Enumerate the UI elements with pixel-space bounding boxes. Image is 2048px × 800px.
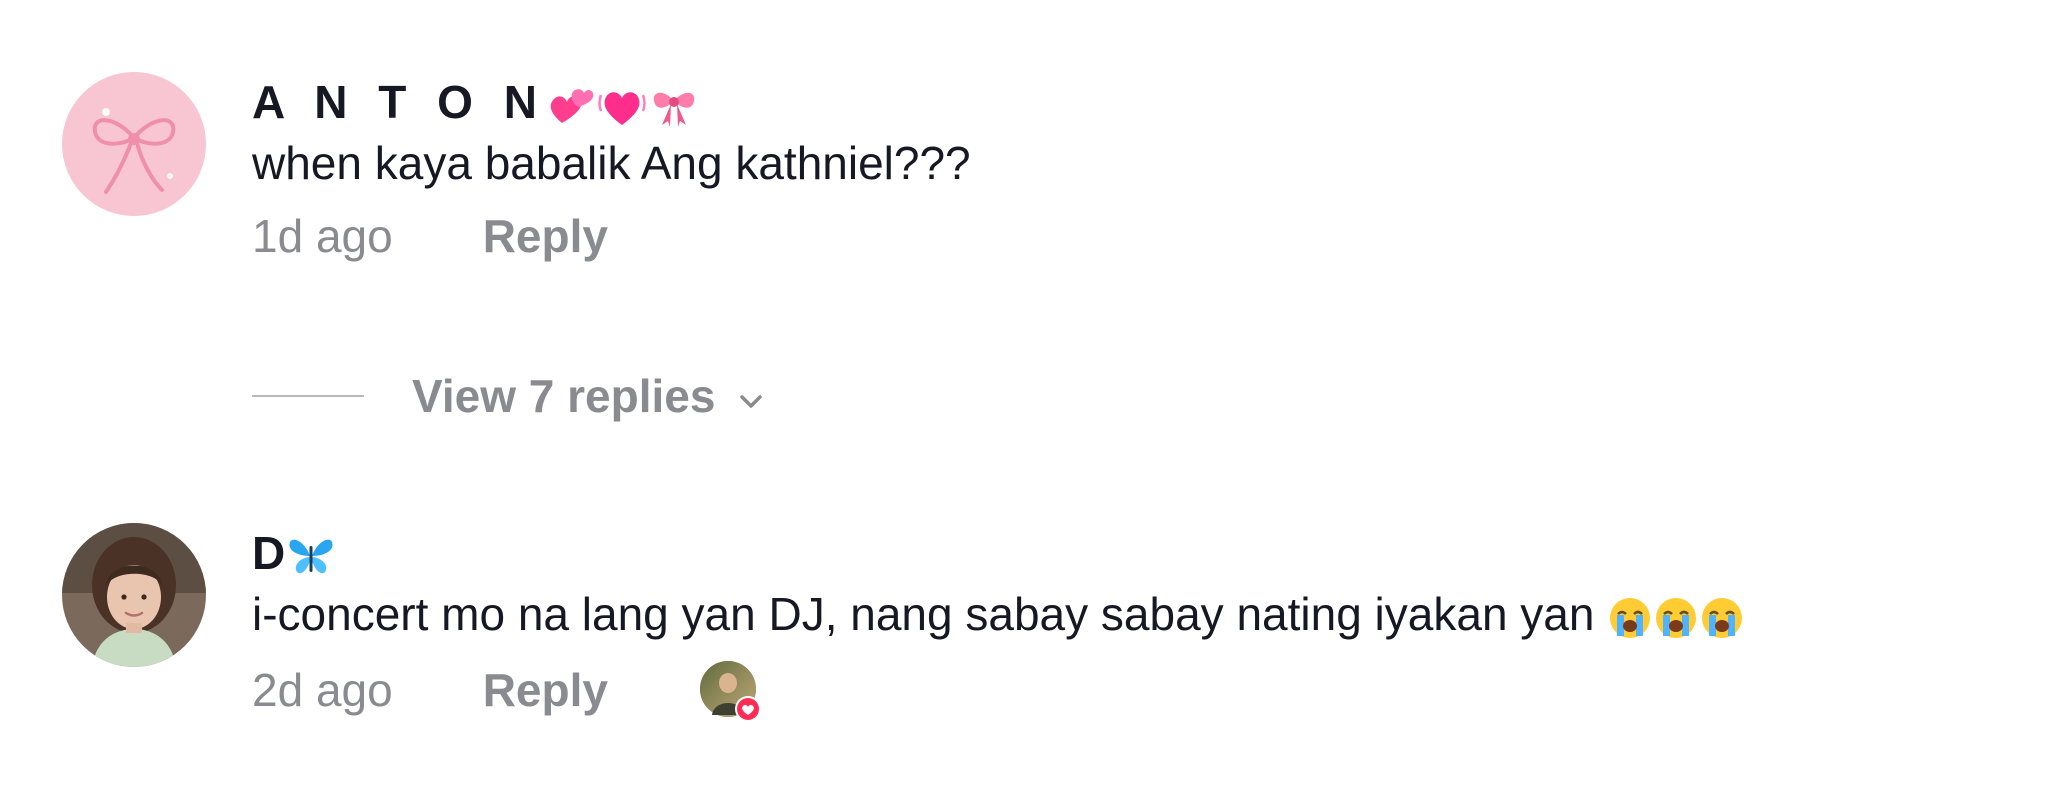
reply-button[interactable]: Reply (483, 208, 608, 264)
comment-text: when kaya babalik Ang kathniel??? (252, 137, 971, 189)
heartbeat-icon (598, 72, 646, 132)
view-replies-label: View 7 replies (412, 370, 716, 422)
loudly-crying-face-icon (1654, 585, 1698, 643)
view-replies-button[interactable]: View 7 replies (252, 369, 765, 423)
username[interactable]: D (252, 523, 2008, 583)
loudly-crying-face-icon (1608, 585, 1652, 643)
reply-button[interactable]: Reply (483, 662, 608, 718)
avatar[interactable] (62, 72, 206, 216)
blue-butterfly-icon (287, 523, 335, 583)
avatar-bow-image (62, 72, 206, 216)
comment-time: 1d ago (252, 210, 393, 262)
two-hearts-icon (548, 72, 594, 132)
creator-avatar-icon (699, 661, 761, 722)
divider-line (252, 395, 364, 397)
avatar[interactable] (62, 523, 206, 667)
chevron-down-icon (737, 369, 765, 423)
comment-meta: 1d ago Reply (252, 208, 2008, 264)
username[interactable]: A N T O N (252, 72, 2008, 132)
comment-time: 2d ago (252, 664, 393, 716)
comment-text: i-concert mo na lang yan DJ, nang sabay … (252, 585, 2008, 643)
comment-meta: 2d ago Reply (252, 659, 2008, 722)
loudly-crying-face-icon (1700, 585, 1744, 643)
avatar-portrait-image (62, 523, 206, 667)
ribbon-icon (650, 72, 698, 132)
creator-liked-badge (698, 659, 761, 722)
